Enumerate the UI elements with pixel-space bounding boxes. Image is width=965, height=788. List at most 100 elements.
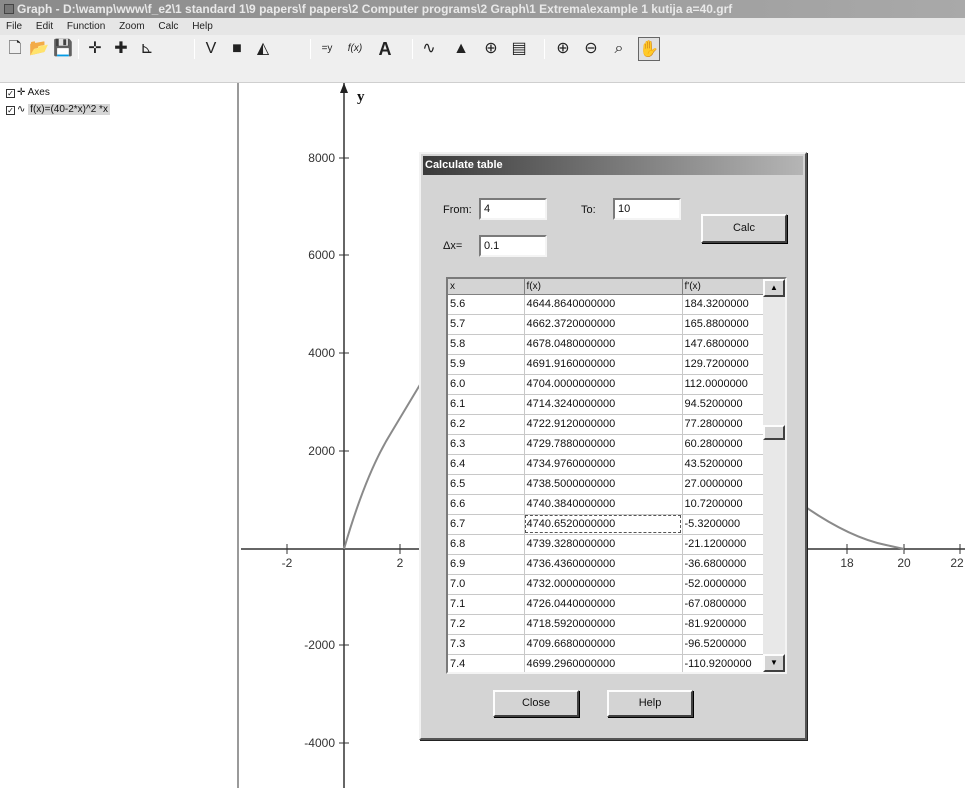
cell-x[interactable]: 7.2: [448, 614, 525, 635]
function-icon[interactable]: f(x): [344, 37, 366, 61]
cell-fx[interactable]: 4739.3280000000: [524, 534, 683, 555]
relation-icon[interactable]: =y: [316, 37, 338, 61]
cell-fx[interactable]: 4718.5920000000: [524, 614, 683, 635]
cell-x[interactable]: 6.8: [448, 534, 525, 555]
to-input[interactable]: 10: [613, 198, 681, 220]
table-row[interactable]: 6.6 4740.3840000000 10.7200000: [448, 494, 764, 515]
table-row[interactable]: 6.0 4704.0000000000 112.0000000: [448, 374, 764, 395]
table-row[interactable]: 5.6 4644.8640000000 184.3200000: [448, 294, 764, 315]
cell-x[interactable]: 5.7: [448, 314, 525, 335]
move-hand-icon[interactable]: ✋: [638, 37, 660, 61]
from-input[interactable]: 4: [479, 198, 547, 220]
cell-fprime[interactable]: -5.3200000: [682, 514, 764, 535]
cell-x[interactable]: 6.7: [448, 514, 525, 535]
table-row[interactable]: 6.2 4722.9120000000 77.2800000: [448, 414, 764, 435]
column-header-x[interactable]: x: [448, 279, 525, 295]
calc-button[interactable]: Calc: [701, 214, 787, 243]
menu-calc[interactable]: Calc: [158, 21, 178, 32]
cell-x[interactable]: 7.4: [448, 654, 525, 672]
cell-fx[interactable]: 4691.9160000000: [524, 354, 683, 375]
cell-fprime[interactable]: -52.0000000: [682, 574, 764, 595]
table-row[interactable]: 7.0 4732.0000000000 -52.0000000: [448, 574, 764, 595]
point-series-icon[interactable]: ⊾: [136, 37, 158, 61]
column-header-fx[interactable]: f(x): [524, 279, 683, 295]
cell-x[interactable]: 6.6: [448, 494, 525, 515]
checkbox-function[interactable]: ✓: [6, 106, 15, 115]
calc-table-icon[interactable]: ▤: [508, 37, 530, 61]
insert-point-icon[interactable]: ✚: [110, 37, 132, 61]
menu-function[interactable]: Function: [67, 21, 105, 32]
cell-fx[interactable]: 4678.0480000000: [524, 334, 683, 355]
menu-file[interactable]: File: [6, 21, 22, 32]
menu-zoom[interactable]: Zoom: [119, 21, 145, 32]
new-file-icon[interactable]: 🗋: [4, 37, 26, 61]
cell-fprime[interactable]: 94.5200000: [682, 394, 764, 415]
cell-fx[interactable]: 4738.5000000000: [524, 474, 683, 495]
cell-fprime[interactable]: 184.3200000: [682, 294, 764, 315]
cell-fprime[interactable]: -36.6800000: [682, 554, 764, 575]
cell-x[interactable]: 6.3: [448, 434, 525, 455]
table-row[interactable]: 6.8 4739.3280000000 -21.1200000: [448, 534, 764, 555]
cell-x[interactable]: 6.2: [448, 414, 525, 435]
cell-x[interactable]: 7.3: [448, 634, 525, 655]
cell-fx[interactable]: 4726.0440000000: [524, 594, 683, 615]
table-row[interactable]: 6.4 4734.9760000000 43.5200000: [448, 454, 764, 475]
cell-x[interactable]: 5.9: [448, 354, 525, 375]
cell-fx[interactable]: 4644.8640000000: [524, 294, 683, 315]
checkbox-axes[interactable]: ✓: [6, 89, 15, 98]
cell-fx[interactable]: 4736.4360000000: [524, 554, 683, 575]
zoom-fit-icon[interactable]: ⌕: [608, 37, 630, 61]
cell-fprime[interactable]: 27.0000000: [682, 474, 764, 495]
menu-edit[interactable]: Edit: [36, 21, 53, 32]
zoom-out-icon[interactable]: ⊖: [580, 37, 602, 61]
table-row[interactable]: 7.1 4726.0440000000 -67.0800000: [448, 594, 764, 615]
table-scrollbar[interactable]: ▲ ▼: [763, 279, 785, 672]
scroll-down-button[interactable]: ▼: [763, 654, 785, 672]
table-row[interactable]: 6.7 4740.6520000000 -5.3200000: [448, 514, 764, 535]
cell-fx[interactable]: 4729.7880000000: [524, 434, 683, 455]
cell-fprime[interactable]: 165.8800000: [682, 314, 764, 335]
open-icon[interactable]: 📂: [28, 37, 50, 61]
cell-fx[interactable]: 4714.3240000000: [524, 394, 683, 415]
cell-x[interactable]: 7.0: [448, 574, 525, 595]
cell-fx[interactable]: 4732.0000000000: [524, 574, 683, 595]
save-icon[interactable]: 💾: [52, 37, 74, 61]
cell-fprime[interactable]: 129.7200000: [682, 354, 764, 375]
shade-icon[interactable]: ■: [226, 37, 248, 61]
table-row[interactable]: 7.4 4699.2960000000 -110.9200000: [448, 654, 764, 672]
cell-fprime[interactable]: 10.7200000: [682, 494, 764, 515]
scroll-up-button[interactable]: ▲: [763, 279, 785, 297]
tangent-icon[interactable]: V: [200, 37, 222, 61]
cell-fprime[interactable]: 60.2800000: [682, 434, 764, 455]
cell-x[interactable]: 6.9: [448, 554, 525, 575]
cell-fprime[interactable]: -81.9200000: [682, 614, 764, 635]
list-item-function[interactable]: ✓ ∿ f(x)=(40-2*x)^2 *x: [6, 103, 110, 117]
column-header-fprime[interactable]: f'(x): [682, 279, 764, 295]
dx-input[interactable]: 0.1: [479, 235, 547, 257]
cell-fprime[interactable]: 43.5200000: [682, 454, 764, 475]
cell-x[interactable]: 6.0: [448, 374, 525, 395]
cell-fx[interactable]: 4699.2960000000: [524, 654, 683, 672]
table-row[interactable]: 5.9 4691.9160000000 129.7200000: [448, 354, 764, 375]
cell-fx[interactable]: 4740.3840000000: [524, 494, 683, 515]
scroll-thumb[interactable]: [763, 425, 785, 440]
cell-fx[interactable]: 4722.9120000000: [524, 414, 683, 435]
table-row[interactable]: 6.9 4736.4360000000 -36.6800000: [448, 554, 764, 575]
table-row[interactable]: 6.3 4729.7880000000 60.2800000: [448, 434, 764, 455]
axes-icon[interactable]: ✛: [84, 37, 106, 61]
cell-x[interactable]: 6.4: [448, 454, 525, 475]
help-button[interactable]: Help: [607, 690, 693, 717]
cell-fx[interactable]: 4709.6680000000: [524, 634, 683, 655]
text-label-icon[interactable]: A: [374, 37, 396, 61]
list-item-axes[interactable]: ✓ ✛ Axes: [6, 86, 50, 100]
series-icon[interactable]: ◭: [252, 37, 274, 61]
cell-x[interactable]: 6.5: [448, 474, 525, 495]
table-row[interactable]: 5.7 4662.3720000000 165.8800000: [448, 314, 764, 335]
table-tool-icon[interactable]: ⊕: [480, 37, 502, 61]
cell-fx[interactable]: 4662.3720000000: [524, 314, 683, 335]
table-row[interactable]: 7.2 4718.5920000000 -81.9200000: [448, 614, 764, 635]
cell-fprime[interactable]: 112.0000000: [682, 374, 764, 395]
cell-x[interactable]: 5.6: [448, 294, 525, 315]
table-row[interactable]: 6.1 4714.3240000000 94.5200000: [448, 394, 764, 415]
table-row[interactable]: 6.5 4738.5000000000 27.0000000: [448, 474, 764, 495]
